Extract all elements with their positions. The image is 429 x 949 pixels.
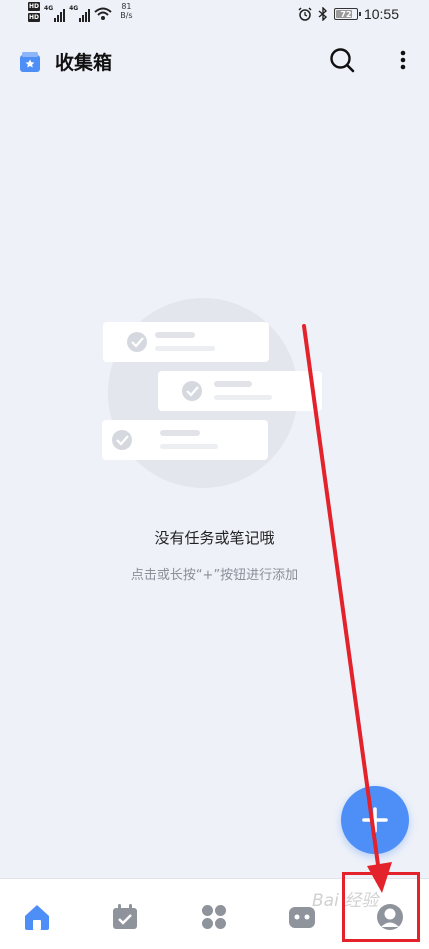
illustration-card-3 — [102, 420, 268, 460]
status-left: HD HD 4G 4G 81 B/s — [28, 2, 133, 26]
add-button[interactable] — [341, 786, 409, 854]
illustration-card-1 — [103, 322, 269, 362]
speed-value: 81 — [121, 2, 132, 11]
home-icon — [25, 905, 49, 930]
bluetooth-icon — [318, 7, 327, 21]
empty-state-title: 没有任务或笔记哦 — [154, 529, 275, 547]
more-vertical-icon[interactable] — [395, 48, 411, 72]
network-speed: 81 B/s — [120, 2, 132, 20]
speed-unit: B/s — [120, 11, 133, 20]
sim1-hd-badge: HD — [28, 2, 41, 11]
empty-state-illustration — [102, 298, 322, 488]
battery-level: 72 — [340, 9, 352, 19]
wifi-icon — [94, 7, 112, 20]
battery-icon: 72 — [333, 8, 361, 20]
grid-apps-icon — [202, 905, 226, 929]
nav-item-apps[interactable] — [198, 901, 230, 933]
annotation-highlight-box — [342, 872, 420, 942]
page-title: 收集箱 — [55, 52, 113, 74]
signal-bars-1-icon — [54, 8, 66, 22]
inbox-star-icon — [20, 52, 40, 72]
alarm-icon — [298, 7, 312, 21]
signal-2: 4G — [69, 2, 91, 22]
app-header: 收集箱 — [0, 40, 429, 84]
status-right: 72 10:55 — [298, 6, 399, 22]
search-icon[interactable] — [328, 46, 356, 74]
sim-indicators: HD HD — [28, 2, 41, 22]
nav-item-calendar[interactable] — [109, 901, 141, 933]
clock: 10:55 — [363, 6, 399, 22]
sim2-hd-badge: HD — [28, 13, 41, 22]
nav-item-home[interactable] — [21, 901, 53, 933]
calendar-check-icon — [113, 904, 137, 929]
empty-state-subtitle: 点击或长按“+”按钮进行添加 — [130, 568, 299, 583]
network-type-1: 4G — [44, 5, 54, 12]
network-type-2: 4G — [69, 5, 79, 12]
signal-bars-2-icon — [79, 8, 91, 22]
signal-1: 4G — [44, 2, 66, 22]
plus-icon — [362, 807, 388, 833]
status-bar: HD HD 4G 4G 81 B/s 72 10:55 — [0, 0, 429, 30]
illustration-card-2 — [158, 371, 322, 411]
